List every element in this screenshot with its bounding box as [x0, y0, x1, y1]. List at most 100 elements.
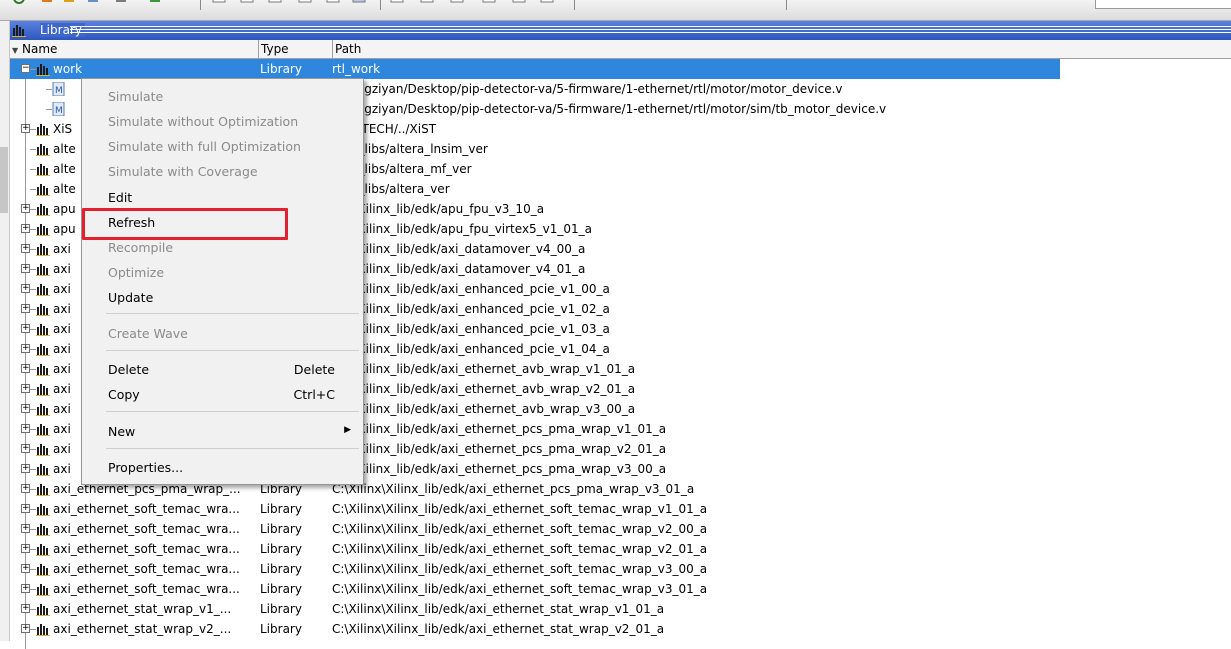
expand-icon[interactable]: + — [21, 304, 30, 313]
row-path: C:\Xilinx\Xilinx_lib/edk/axi_ethernet_so… — [332, 582, 708, 596]
row-name: axi — [53, 302, 71, 316]
row-name: alte — [53, 162, 76, 176]
menu-item-properties[interactable]: Properties... — [108, 457, 183, 479]
expand-icon[interactable]: + — [21, 404, 30, 413]
toolbar-button[interactable] — [830, 0, 844, 8]
toolbar-button[interactable] — [650, 0, 664, 8]
menu-item-optimize[interactable]: Optimize — [108, 262, 164, 284]
expand-icon[interactable]: + — [21, 344, 30, 353]
toolbar-refresh-icon[interactable] — [12, 0, 26, 8]
expand-icon[interactable]: + — [21, 464, 30, 473]
toolbar-button[interactable] — [420, 0, 434, 8]
menu-item-simulate-without-optimization[interactable]: Simulate without Optimization — [108, 111, 298, 133]
column-header-name[interactable]: ▼ Name — [10, 40, 259, 58]
menu-item-simulate[interactable]: Simulate — [108, 86, 163, 108]
menu-item-edit[interactable]: Edit — [108, 187, 132, 209]
expand-icon[interactable]: + — [21, 484, 30, 493]
toolbar-search-field[interactable] — [1095, 0, 1231, 9]
toolbar-button[interactable] — [240, 0, 254, 8]
toolbar-button[interactable] — [352, 0, 366, 8]
collapse-icon[interactable]: − — [21, 64, 30, 73]
row-path: C:\Xilinx\Xilinx_lib/edk/axi_ethernet_st… — [332, 602, 665, 616]
toolbar-button[interactable] — [390, 0, 404, 8]
toolbar-copy-icon[interactable] — [62, 0, 76, 8]
toolbar-button[interactable] — [298, 0, 312, 8]
toolbar-button[interactable] — [212, 0, 226, 8]
expand-icon[interactable]: + — [21, 604, 30, 613]
expand-icon[interactable]: + — [21, 264, 30, 273]
toolbar-go-icon[interactable] — [148, 0, 162, 8]
row-name: alte — [53, 182, 76, 196]
expand-icon[interactable]: + — [21, 424, 30, 433]
toolbar-cut-icon[interactable] — [40, 0, 54, 8]
expand-icon[interactable]: + — [21, 504, 30, 513]
menu-item-simulate-full-optimization[interactable]: Simulate with full Optimization — [108, 136, 301, 158]
expand-icon[interactable]: + — [21, 224, 30, 233]
menu-item-copy[interactable]: Copy — [108, 384, 140, 406]
menu-shortcut-delete: Delete — [293, 362, 335, 377]
toolbar-button[interactable] — [326, 0, 340, 8]
expand-icon[interactable]: + — [21, 204, 30, 213]
toolbar-button[interactable] — [268, 0, 282, 8]
expand-icon[interactable]: + — [21, 364, 30, 373]
toolbar-button[interactable] — [740, 0, 754, 8]
menu-item-update[interactable]: Update — [108, 287, 153, 309]
toolbar-button[interactable] — [512, 0, 526, 8]
column-header-type-label: Type — [261, 42, 289, 56]
tree-row-library[interactable]: − work Library rtl_work — [10, 59, 1060, 79]
toolbar-save-icon[interactable] — [114, 0, 128, 8]
expand-icon[interactable]: + — [21, 624, 30, 633]
toolbar-button[interactable] — [710, 0, 724, 8]
tree-row-library[interactable]: + axi_ethernet_soft_temac_wra... Library C:… — [10, 539, 1231, 559]
row-path: linx\Xilinx_lib/edk/axi_enhanced_pcie_v1… — [332, 302, 610, 316]
menu-item-simulate-coverage[interactable]: Simulate with Coverage — [108, 161, 258, 183]
row-path: sers/lgziyan/Desktop/pip-detector-va/5-f… — [332, 102, 887, 116]
row-path: linx\Xilinx_lib/edk/axi_ethernet_avb_wra… — [332, 382, 636, 396]
expand-icon[interactable]: + — [21, 324, 30, 333]
menu-separator — [106, 448, 359, 449]
toolbar-button[interactable] — [590, 0, 604, 8]
menu-item-new[interactable]: New — [108, 421, 135, 443]
expand-icon[interactable]: + — [21, 564, 30, 573]
column-header-name-label: Name — [21, 42, 58, 56]
expand-icon[interactable]: + — [21, 584, 30, 593]
expand-icon[interactable]: + — [21, 384, 30, 393]
expand-icon[interactable]: + — [21, 444, 30, 453]
expand-icon[interactable]: + — [21, 244, 30, 253]
expand-icon[interactable]: + — [21, 544, 30, 553]
row-path: linx\Xilinx_lib/edk/axi_ethernet_avb_wra… — [332, 402, 636, 416]
expand-icon[interactable]: + — [21, 524, 30, 533]
submenu-arrow-icon: ▶ — [344, 425, 351, 435]
dock-tab[interactable] — [0, 147, 8, 213]
tree-row-library[interactable]: + axi_ethernet_soft_temac_wra... Library C:… — [10, 499, 1231, 519]
menu-separator — [106, 350, 359, 351]
toolbar-button[interactable] — [680, 0, 694, 8]
row-path: C:\Xilinx\Xilinx_lib/edk/axi_ethernet_so… — [332, 542, 708, 556]
toolbar-button[interactable] — [450, 0, 464, 8]
toolbar-button[interactable] — [540, 0, 554, 8]
tree-row-library[interactable]: + axi_ethernet_soft_temac_wra... Library C:… — [10, 579, 1231, 599]
row-name: axi_ethernet_stat_wrap_v2_... — [53, 622, 232, 636]
row-path: linx\Xilinx_lib/edk/axi_ethernet_pcs_pma… — [332, 442, 667, 456]
row-type: Library — [260, 622, 302, 636]
expand-icon[interactable]: + — [21, 284, 30, 293]
menu-shortcut-copy: Ctrl+C — [293, 387, 335, 402]
toolbar-button[interactable] — [855, 0, 869, 8]
toolbar-paste-icon[interactable] — [86, 0, 100, 8]
tree-row-library[interactable]: + axi_ethernet_soft_temac_wra... Library C:… — [10, 519, 1231, 539]
row-name: apu — [53, 202, 76, 216]
tree-row-library[interactable]: + axi_ethernet_stat_wrap_v1_... Library C:\… — [10, 599, 1231, 619]
column-header-type[interactable]: Type — [259, 40, 333, 58]
toolbar-button[interactable] — [482, 0, 496, 8]
menu-item-delete[interactable]: Delete — [108, 359, 149, 381]
toolbar-button[interactable] — [800, 0, 814, 8]
menu-item-create-wave[interactable]: Create Wave — [108, 323, 188, 345]
expand-icon[interactable]: + — [21, 124, 30, 133]
row-path: C:\Xilinx\Xilinx_lib/edk/axi_ethernet_so… — [332, 562, 708, 576]
tree-row-library[interactable]: + axi_ethernet_stat_wrap_v2_... Library C:\… — [10, 619, 1231, 639]
menu-item-recompile[interactable]: Recompile — [108, 237, 173, 259]
header-grip[interactable] — [70, 26, 1231, 35]
tree-row-library[interactable]: + axi_ethernet_soft_temac_wra... Library C:… — [10, 559, 1231, 579]
toolbar-button[interactable] — [620, 0, 634, 8]
column-header-path[interactable]: Path — [333, 40, 1231, 58]
